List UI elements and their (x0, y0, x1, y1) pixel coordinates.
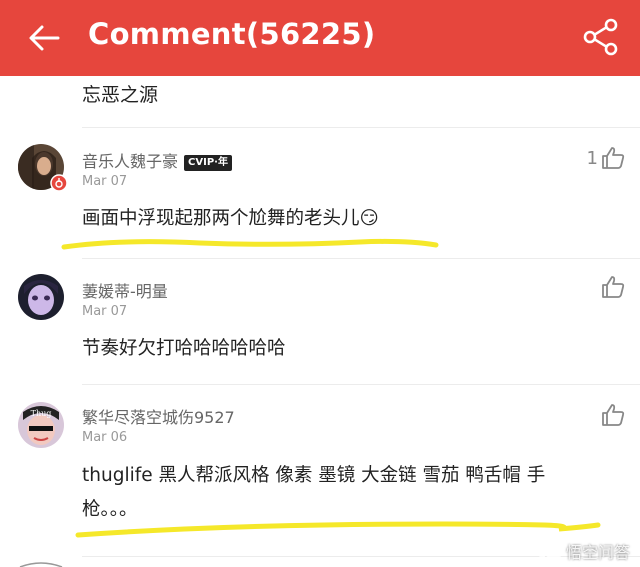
avatar-partial (19, 562, 63, 567)
comment-username[interactable]: 萋媛蒂-明量 (82, 278, 168, 302)
comment-date: Mar 07 (82, 304, 128, 319)
comment-username[interactable]: 音乐人魏子豪 CVIP·年 (82, 148, 232, 172)
comment-username[interactable]: 繁华尽落空城伤9527 (82, 404, 235, 428)
like-button[interactable] (600, 402, 626, 428)
comment-text: 节奏好欠打哈哈哈哈哈哈 (82, 338, 286, 359)
app-header: Comment(56225) (0, 0, 640, 76)
like-button[interactable]: 1 (587, 145, 626, 171)
back-arrow-icon[interactable] (24, 18, 64, 58)
like-button[interactable] (600, 274, 626, 300)
music-badge-icon (50, 174, 68, 192)
comment-text-line-2: 枪。。。 (82, 499, 138, 520)
avatar[interactable] (18, 274, 64, 320)
svg-text:Thug: Thug (31, 409, 52, 418)
thumbs-up-icon (602, 404, 625, 426)
page-title: Comment(56225) (88, 17, 376, 51)
comment-date: Mar 07 (82, 174, 128, 189)
like-count: 1 (586, 147, 598, 169)
avatar[interactable]: Thug (18, 402, 64, 448)
comment-item[interactable]: 萋媛蒂-明量 Mar 07 节奏好欠打哈哈哈哈哈哈 (0, 259, 640, 384)
comment-text: 画面中浮现起那两个尬舞的老头儿😏 (82, 208, 379, 229)
comment-item[interactable]: Thug 繁华尽落空城伤9527 Mar 06 thuglife 黑人帮派风格 … (0, 385, 640, 550)
watermark-text: 悟空问答 (565, 543, 630, 562)
comment-text-line-1: thuglife 黑人帮派风格 像素 墨镜 大金链 雪茄 鸭舌帽 手 (82, 465, 546, 486)
username-text[interactable]: 音乐人魏子豪 (82, 152, 178, 171)
speech-bubble-icon (538, 542, 562, 562)
comment-date: Mar 06 (82, 430, 128, 445)
comment-item[interactable]: 音乐人魏子豪 CVIP·年 Mar 07 画面中浮现起那两个尬舞的老头儿😏 1 (0, 128, 640, 258)
watermark: 悟空问答 (538, 539, 630, 563)
thumbs-up-icon (602, 276, 625, 298)
previous-comment-text: 忘恶之源 (82, 84, 159, 106)
vip-badge: CVIP·年 (184, 154, 232, 171)
share-icon[interactable] (582, 18, 620, 56)
thumbs-up-icon (602, 147, 625, 169)
